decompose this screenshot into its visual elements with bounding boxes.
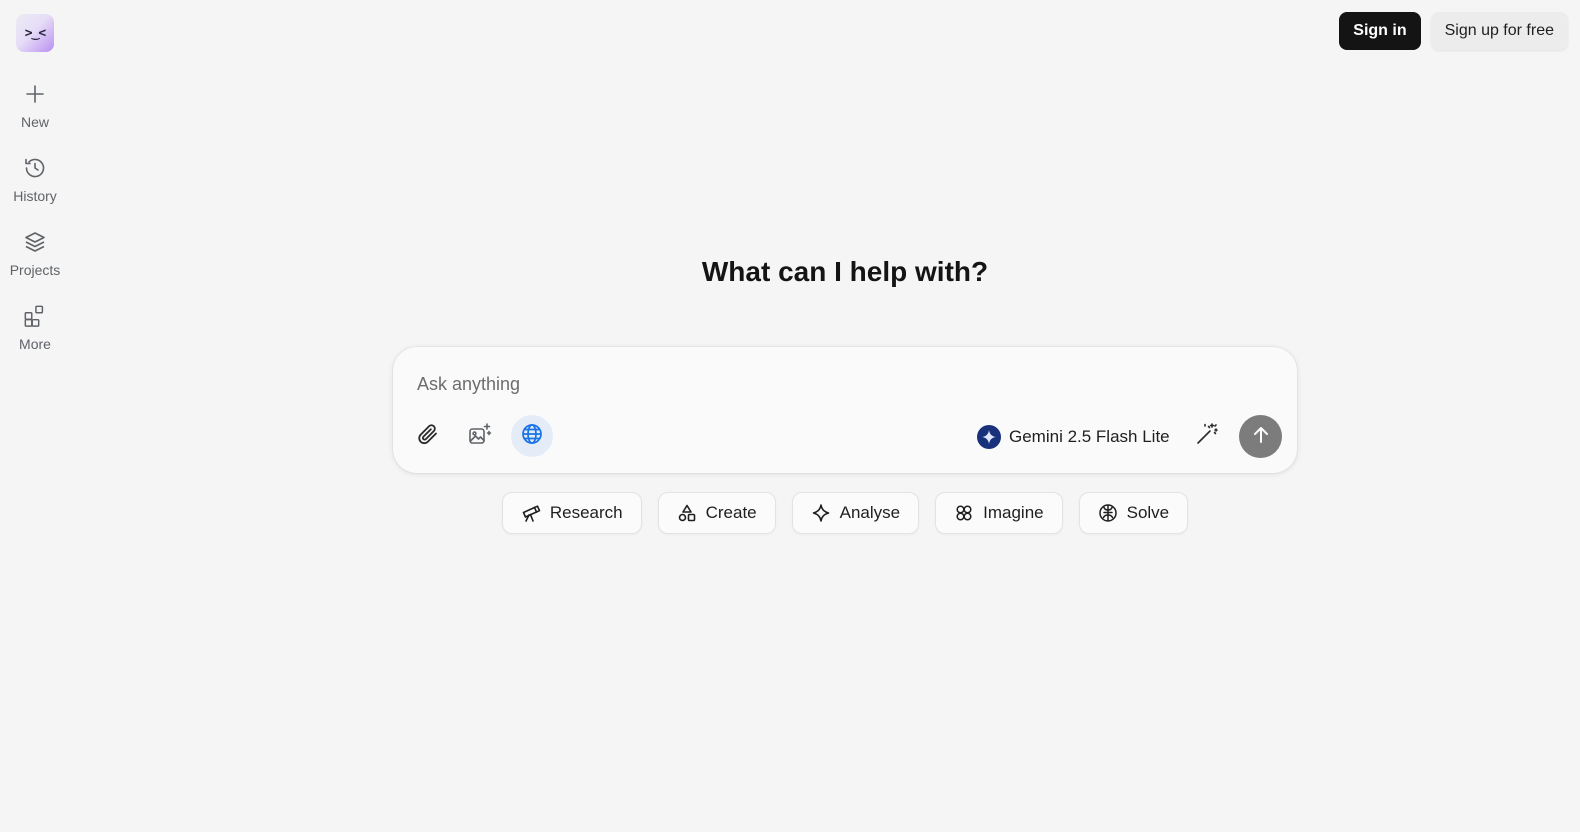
- imagine-icon: [954, 503, 974, 523]
- sidebar-item-label: History: [13, 188, 57, 204]
- chip-label: Imagine: [983, 503, 1044, 522]
- web-search-toggle[interactable]: [511, 415, 553, 457]
- plus-icon: [23, 82, 47, 106]
- prompt-composer: Gemini 2.5 Flash Lite: [393, 347, 1297, 473]
- app-logo[interactable]: >‿<: [16, 14, 54, 52]
- gemini-icon: [977, 425, 1001, 449]
- chip-create[interactable]: Create: [657, 492, 776, 534]
- layers-icon: [23, 230, 47, 254]
- page: >‿< New History Projects More Sign in Si…: [0, 0, 1580, 832]
- sidebar-item-label: More: [19, 336, 51, 352]
- sidebar: >‿< New History Projects More: [0, 0, 70, 832]
- model-selector[interactable]: Gemini 2.5 Flash Lite: [977, 422, 1170, 452]
- paperclip-icon: [416, 422, 440, 451]
- apps-icon: [23, 304, 47, 328]
- sidebar-item-label: New: [20, 114, 49, 130]
- arrow-up-icon: [1251, 425, 1271, 448]
- image-sparkle-icon: [467, 421, 493, 452]
- chip-imagine[interactable]: Imagine: [935, 492, 1063, 534]
- enhance-prompt-button[interactable]: [1186, 415, 1228, 457]
- chip-analyse[interactable]: Analyse: [791, 492, 920, 534]
- history-icon: [23, 156, 47, 180]
- chip-research[interactable]: Research: [501, 492, 642, 534]
- chip-label: Analyse: [839, 503, 901, 522]
- magic-wand-icon: [1194, 421, 1220, 452]
- sign-up-button[interactable]: Sign up for free: [1430, 12, 1568, 50]
- model-name: Gemini 2.5 Flash Lite: [1009, 427, 1170, 446]
- auth-actions: Sign in Sign up for free: [1339, 12, 1568, 50]
- sidebar-item-more[interactable]: More: [0, 304, 70, 352]
- sparkle-icon: [811, 503, 831, 523]
- sidebar-item-new[interactable]: New: [0, 82, 70, 130]
- send-button[interactable]: [1239, 415, 1282, 458]
- brain-icon: [1098, 503, 1118, 523]
- chip-solve[interactable]: Solve: [1078, 492, 1189, 534]
- sign-in-button[interactable]: Sign in: [1339, 12, 1421, 50]
- telescope-icon: [521, 503, 541, 523]
- globe-icon: [520, 422, 544, 451]
- chip-label: Research: [549, 503, 623, 522]
- attach-button[interactable]: [407, 415, 449, 457]
- page-title: What can I help with?: [701, 256, 989, 287]
- sidebar-item-history[interactable]: History: [0, 156, 70, 204]
- shapes-icon: [677, 503, 697, 523]
- image-generate-button[interactable]: [459, 415, 501, 457]
- logo-text: >‿<: [24, 25, 47, 41]
- suggestion-chips: Research Create Analyse Imagine Solve: [0, 492, 1580, 534]
- chip-label: Solve: [1126, 503, 1170, 522]
- prompt-input[interactable]: [417, 369, 1177, 399]
- chip-label: Create: [705, 503, 757, 522]
